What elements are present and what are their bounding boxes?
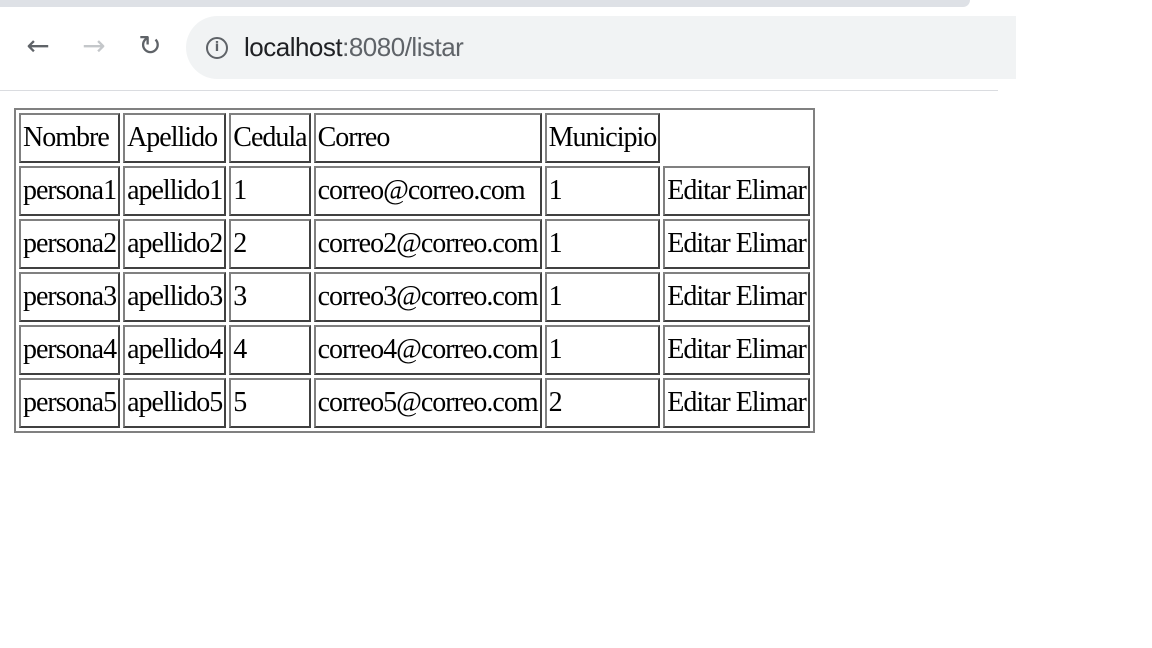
address-bar[interactable]: i localhost:8080/listar bbox=[186, 16, 1016, 79]
personas-table: Nombre Apellido Cedula Correo Municipio … bbox=[14, 108, 815, 433]
cell-cedula: 4 bbox=[229, 325, 311, 375]
cell-acciones: Editar Elimar bbox=[663, 378, 810, 428]
header-cedula: Cedula bbox=[229, 113, 311, 163]
cell-apellido: apellido3 bbox=[123, 272, 227, 322]
cell-correo: correo5@correo.com bbox=[313, 378, 542, 428]
eliminar-link[interactable]: Elimar bbox=[736, 334, 807, 365]
cell-acciones: Editar Elimar bbox=[663, 325, 810, 375]
table-body: persona1 apellido1 1 correo@correo.com 1… bbox=[19, 166, 810, 428]
header-municipio: Municipio bbox=[544, 113, 661, 163]
cell-nombre: persona1 bbox=[19, 166, 121, 216]
table-row: persona1 apellido1 1 correo@correo.com 1… bbox=[19, 166, 810, 216]
info-icon[interactable]: i bbox=[206, 36, 228, 59]
cell-cedula: 1 bbox=[229, 166, 311, 216]
cell-municipio: 1 bbox=[544, 219, 661, 269]
cell-municipio: 1 bbox=[544, 166, 661, 216]
cell-apellido: apellido5 bbox=[123, 378, 227, 428]
cell-acciones: Editar Elimar bbox=[663, 219, 810, 269]
eliminar-link[interactable]: Elimar bbox=[736, 175, 807, 206]
reload-button[interactable]: ↻ bbox=[130, 26, 170, 66]
eliminar-link[interactable]: Elimar bbox=[736, 228, 807, 259]
cell-apellido: apellido4 bbox=[123, 325, 227, 375]
header-correo: Correo bbox=[313, 113, 542, 163]
header-nombre: Nombre bbox=[19, 113, 121, 163]
cell-municipio: 1 bbox=[544, 272, 661, 322]
editar-link[interactable]: Editar bbox=[667, 175, 730, 206]
cell-municipio: 2 bbox=[544, 378, 661, 428]
cell-correo: correo2@correo.com bbox=[313, 219, 542, 269]
cell-correo: correo3@correo.com bbox=[313, 272, 542, 322]
eliminar-link[interactable]: Elimar bbox=[736, 387, 807, 418]
header-apellido: Apellido bbox=[123, 113, 227, 163]
browser-toolbar: ← → ↻ i localhost:8080/listar bbox=[0, 0, 1016, 91]
table-row: persona5 apellido5 5 correo5@correo.com … bbox=[19, 378, 810, 428]
cell-apellido: apellido2 bbox=[123, 219, 227, 269]
cell-municipio: 1 bbox=[544, 325, 661, 375]
cell-correo: correo4@correo.com bbox=[313, 325, 542, 375]
header-acciones bbox=[663, 113, 810, 163]
cell-nombre: persona5 bbox=[19, 378, 121, 428]
cell-acciones: Editar Elimar bbox=[663, 166, 810, 216]
cell-apellido: apellido1 bbox=[123, 166, 227, 216]
table-row: persona3 apellido3 3 correo3@correo.com … bbox=[19, 272, 810, 322]
table-row: persona4 apellido4 4 correo4@correo.com … bbox=[19, 325, 810, 375]
eliminar-link[interactable]: Elimar bbox=[736, 281, 807, 312]
cell-cedula: 3 bbox=[229, 272, 311, 322]
cell-correo: correo@correo.com bbox=[313, 166, 542, 216]
table-row: persona2 apellido2 2 correo2@correo.com … bbox=[19, 219, 810, 269]
cell-nombre: persona3 bbox=[19, 272, 121, 322]
url-path: :8080/listar bbox=[342, 32, 464, 62]
editar-link[interactable]: Editar bbox=[667, 334, 730, 365]
editar-link[interactable]: Editar bbox=[667, 281, 730, 312]
cell-nombre: persona2 bbox=[19, 219, 121, 269]
cell-acciones: Editar Elimar bbox=[663, 272, 810, 322]
reload-icon: ↻ bbox=[138, 29, 162, 62]
editar-link[interactable]: Editar bbox=[667, 387, 730, 418]
table-header-row: Nombre Apellido Cedula Correo Municipio bbox=[19, 113, 810, 163]
url-host: localhost bbox=[244, 32, 343, 62]
back-button[interactable]: ← bbox=[18, 26, 58, 66]
cell-cedula: 2 bbox=[229, 219, 311, 269]
cell-nombre: persona4 bbox=[19, 325, 121, 375]
forward-button[interactable]: → bbox=[74, 26, 114, 66]
tab-strip bbox=[0, 0, 970, 7]
editar-link[interactable]: Editar bbox=[667, 228, 730, 259]
arrow-right-icon: → bbox=[82, 29, 106, 62]
arrow-left-icon: ← bbox=[26, 29, 50, 62]
cell-cedula: 5 bbox=[229, 378, 311, 428]
url-text[interactable]: localhost:8080/listar bbox=[244, 32, 464, 63]
